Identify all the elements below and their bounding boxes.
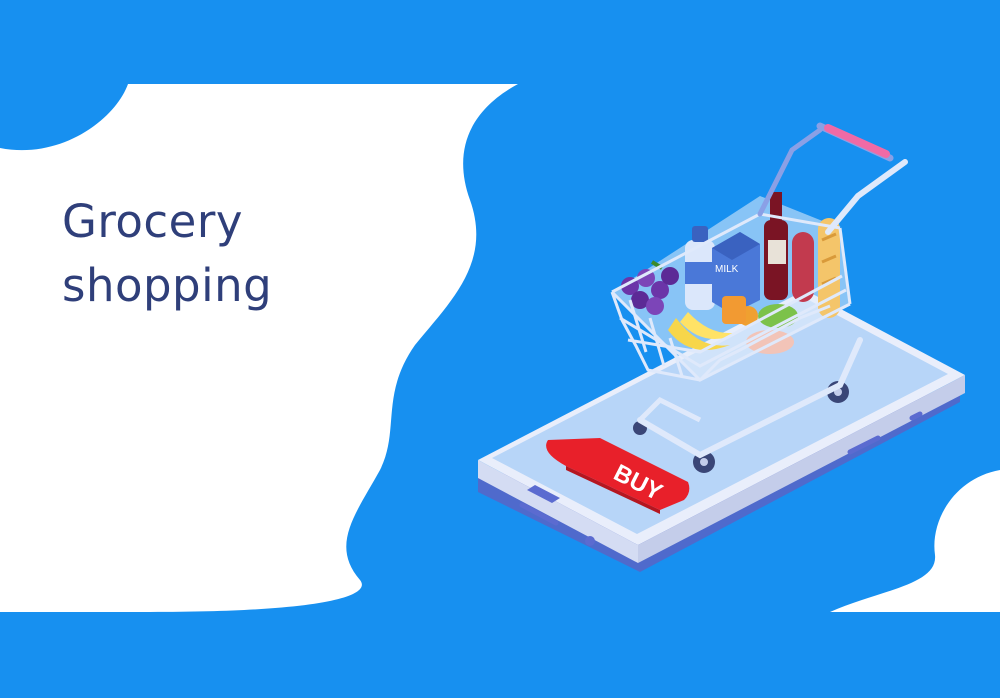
hero-illustration: BUY MILK: [0, 0, 1000, 698]
bottom-band: [0, 612, 1000, 698]
headline-line-2: shopping: [62, 259, 273, 312]
milk-label: MILK: [715, 264, 739, 275]
headline-line-1: Grocery: [62, 195, 243, 248]
headline: Grocery shopping: [62, 190, 272, 318]
